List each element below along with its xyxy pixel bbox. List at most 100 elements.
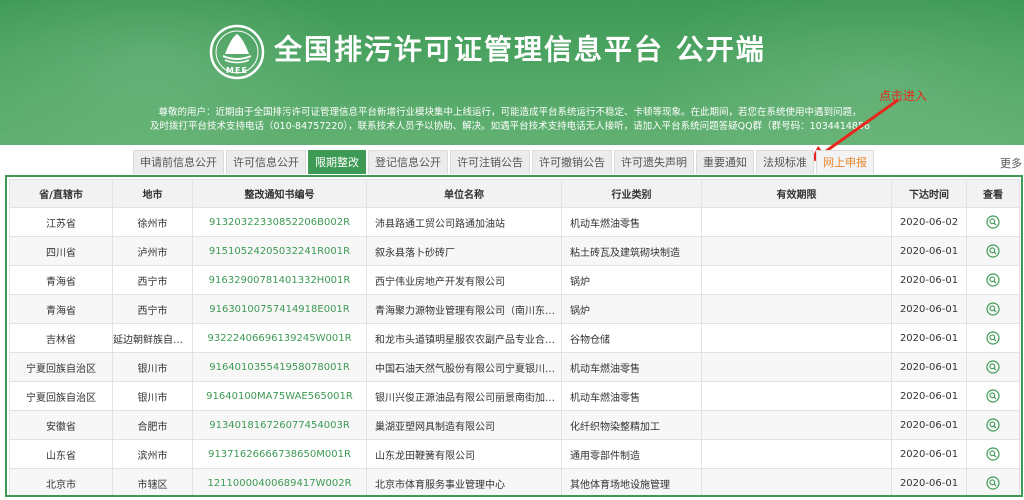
industry-cell: 谷物仓储 — [561, 323, 702, 353]
table-row: 安徽省 合肥市 91340181672607745400​3R 巢湖亚塑网具制造有限公… — [9, 410, 1020, 440]
unit-name-cell: 北京市体育服务事业管理中心 — [366, 468, 562, 495]
notice-number-link[interactable]: 91371626666738650M001R — [192, 439, 367, 469]
industry-cell: 通用零部件制造 — [561, 439, 702, 469]
notice-number-link[interactable]: 91340181672607745400​3R — [192, 410, 367, 440]
column-header: 行业类别 — [561, 179, 702, 208]
unit-name-cell: 西宁伟业房地产开发有限公司 — [366, 265, 562, 295]
issue-date-cell: 2020-06-01 — [891, 323, 967, 353]
issue-date-cell: 2020-06-02 — [891, 207, 967, 237]
province-cell: 安徽省 — [9, 410, 113, 440]
more-link[interactable]: 更多 — [1000, 155, 1022, 171]
notice-number-link[interactable]: 91320322330852206B002R — [192, 207, 367, 237]
magnifier-view-icon[interactable] — [986, 273, 1000, 287]
table-row: 北京市 市辖区 12110000400689417W002R 北京市体育服务事业管理中… — [9, 468, 1020, 495]
validity-cell — [701, 381, 892, 411]
unit-name-cell: 和龙市头道镇明星服农农副产品专业合作社 — [366, 323, 562, 353]
unit-name-cell: 沛县路通工贸公司路通加油站 — [366, 207, 562, 237]
magnifier-view-icon[interactable] — [986, 389, 1000, 403]
magnifier-view-icon[interactable] — [986, 244, 1000, 258]
magnifier-view-icon[interactable] — [986, 331, 1000, 345]
tab-3[interactable]: 登记信息公开 — [368, 150, 448, 174]
city-cell: 西宁市 — [112, 265, 193, 295]
view-cell — [966, 207, 1020, 237]
table-row: 吉林省 延边朝鲜族自治州 93222406696139245W001R 和龙市头道镇明… — [9, 323, 1020, 353]
tab-7[interactable]: 重要通知 — [696, 150, 754, 174]
magnifier-view-icon[interactable] — [986, 302, 1000, 316]
notice-number-link[interactable]: 91630100757414918E001R — [192, 294, 367, 324]
validity-cell — [701, 468, 892, 495]
industry-cell: 锅炉 — [561, 294, 702, 324]
validity-cell — [701, 323, 892, 353]
table-row: 青海省 西宁市 91630100757414918E001R 青海聚力源物业管理有限公… — [9, 294, 1020, 324]
notice-number-link[interactable]: 93222406696139245W001R — [192, 323, 367, 353]
province-cell: 四川省 — [9, 236, 113, 266]
tab-4[interactable]: 许可注销公告 — [450, 150, 530, 174]
magnifier-view-icon[interactable] — [986, 215, 1000, 229]
notice-number-link[interactable]: 91640103554195807800​1R — [192, 352, 367, 382]
table-row: 四川省 泸州市 91510524205032241R001R 叙永县落卜砂砖厂 粘土砖瓦… — [9, 236, 1020, 266]
magnifier-view-icon[interactable] — [986, 447, 1000, 461]
city-cell: 泸州市 — [112, 236, 193, 266]
validity-cell — [701, 352, 892, 382]
tab-1[interactable]: 许可信息公开 — [226, 150, 306, 174]
magnifier-view-icon[interactable] — [986, 360, 1000, 374]
issue-date-cell: 2020-06-01 — [891, 352, 967, 382]
validity-cell — [701, 410, 892, 440]
view-cell — [966, 236, 1020, 266]
view-cell — [966, 323, 1020, 353]
view-cell — [966, 439, 1020, 469]
unit-name-cell: 中国石油天然气股份有限公司宁夏银川销售... — [366, 352, 562, 382]
notice-line-2: 及时拨打平台技术支持电话（010-84757220），联系技术人员予以协助、解决… — [150, 121, 870, 132]
city-cell: 延边朝鲜族自治州 — [112, 323, 193, 353]
issue-date-cell: 2020-06-01 — [891, 439, 967, 469]
notice-number-link[interactable]: 91632900781401332H001R — [192, 265, 367, 295]
issue-date-cell: 2020-06-01 — [891, 381, 967, 411]
tab-5[interactable]: 许可撤销公告 — [532, 150, 612, 174]
province-cell: 北京市 — [9, 468, 113, 495]
tab-9[interactable]: 网上申报 — [816, 150, 874, 174]
issue-date-cell: 2020-06-01 — [891, 265, 967, 295]
view-cell — [966, 381, 1020, 411]
table-row: 山东省 滨州市 91371626666738650M001R 山东龙田鞭簧有限公司 通用… — [9, 439, 1020, 469]
notice-number-link[interactable]: 91640100MA75WAE565001R — [192, 381, 367, 411]
magnifier-view-icon[interactable] — [986, 418, 1000, 432]
view-cell — [966, 352, 1020, 382]
view-cell — [966, 294, 1020, 324]
city-cell: 合肥市 — [112, 410, 193, 440]
city-cell: 西宁市 — [112, 294, 193, 324]
notice-number-link[interactable]: 12110000400689417W002R — [192, 468, 367, 495]
validity-cell — [701, 294, 892, 324]
tab-2[interactable]: 限期整改 — [308, 150, 366, 174]
province-cell: 江苏省 — [9, 207, 113, 237]
tab-bar: 申请前信息公开 许可信息公开 限期整改 登记信息公开 许可注销公告 许可撤销公告 许可遗失声… — [133, 150, 874, 174]
industry-cell: 机动车燃油零售 — [561, 207, 702, 237]
table-header-row: 省/直辖市 地市 整改通知书编号 单位名称 行业类别 有效期限 下达时间 查看 — [9, 179, 1020, 208]
table-row: 宁夏回族自治区 银川市 91640100MA75WAE565001R 银川兴俊正源油品… — [9, 381, 1020, 411]
view-cell — [966, 468, 1020, 495]
industry-cell: 化纤织物染整精加工 — [561, 410, 702, 440]
province-cell: 青海省 — [9, 265, 113, 295]
page-title: 全国排污许可证管理信息平台 公开端 — [274, 33, 766, 66]
validity-cell — [701, 236, 892, 266]
rectification-table: 省/直辖市 地市 整改通知书编号 单位名称 行业类别 有效期限 下达时间 查看 江苏省 徐州市 9… — [9, 179, 1020, 495]
city-cell: 滨州市 — [112, 439, 193, 469]
city-cell: 银川市 — [112, 381, 193, 411]
province-cell: 宁夏回族自治区 — [9, 381, 113, 411]
province-cell: 宁夏回族自治区 — [9, 352, 113, 382]
issue-date-cell: 2020-06-01 — [891, 236, 967, 266]
unit-name-cell: 青海聚力源物业管理有限公司（南川东路77... — [366, 294, 562, 324]
table-row: 青海省 西宁市 91632900781401332H001R 西宁伟业房地产开发有限公… — [9, 265, 1020, 295]
tab-6[interactable]: 许可遗失声明 — [614, 150, 694, 174]
tab-0[interactable]: 申请前信息公开 — [133, 150, 224, 174]
rectification-table-panel: 省/直辖市 地市 整改通知书编号 单位名称 行业类别 有效期限 下达时间 查看 江苏省 徐州市 9… — [5, 175, 1023, 497]
issue-date-cell: 2020-06-01 — [891, 294, 967, 324]
unit-name-cell: 巢湖亚塑网具制造有限公司 — [366, 410, 562, 440]
city-cell: 市辖区 — [112, 468, 193, 495]
validity-cell — [701, 207, 892, 237]
tab-8[interactable]: 法规标准 — [756, 150, 814, 174]
column-header: 单位名称 — [366, 179, 562, 208]
notice-number-link[interactable]: 91510524205032241R001R — [192, 236, 367, 266]
column-header: 查看 — [966, 179, 1020, 208]
validity-cell — [701, 439, 892, 469]
magnifier-view-icon[interactable] — [986, 476, 1000, 490]
